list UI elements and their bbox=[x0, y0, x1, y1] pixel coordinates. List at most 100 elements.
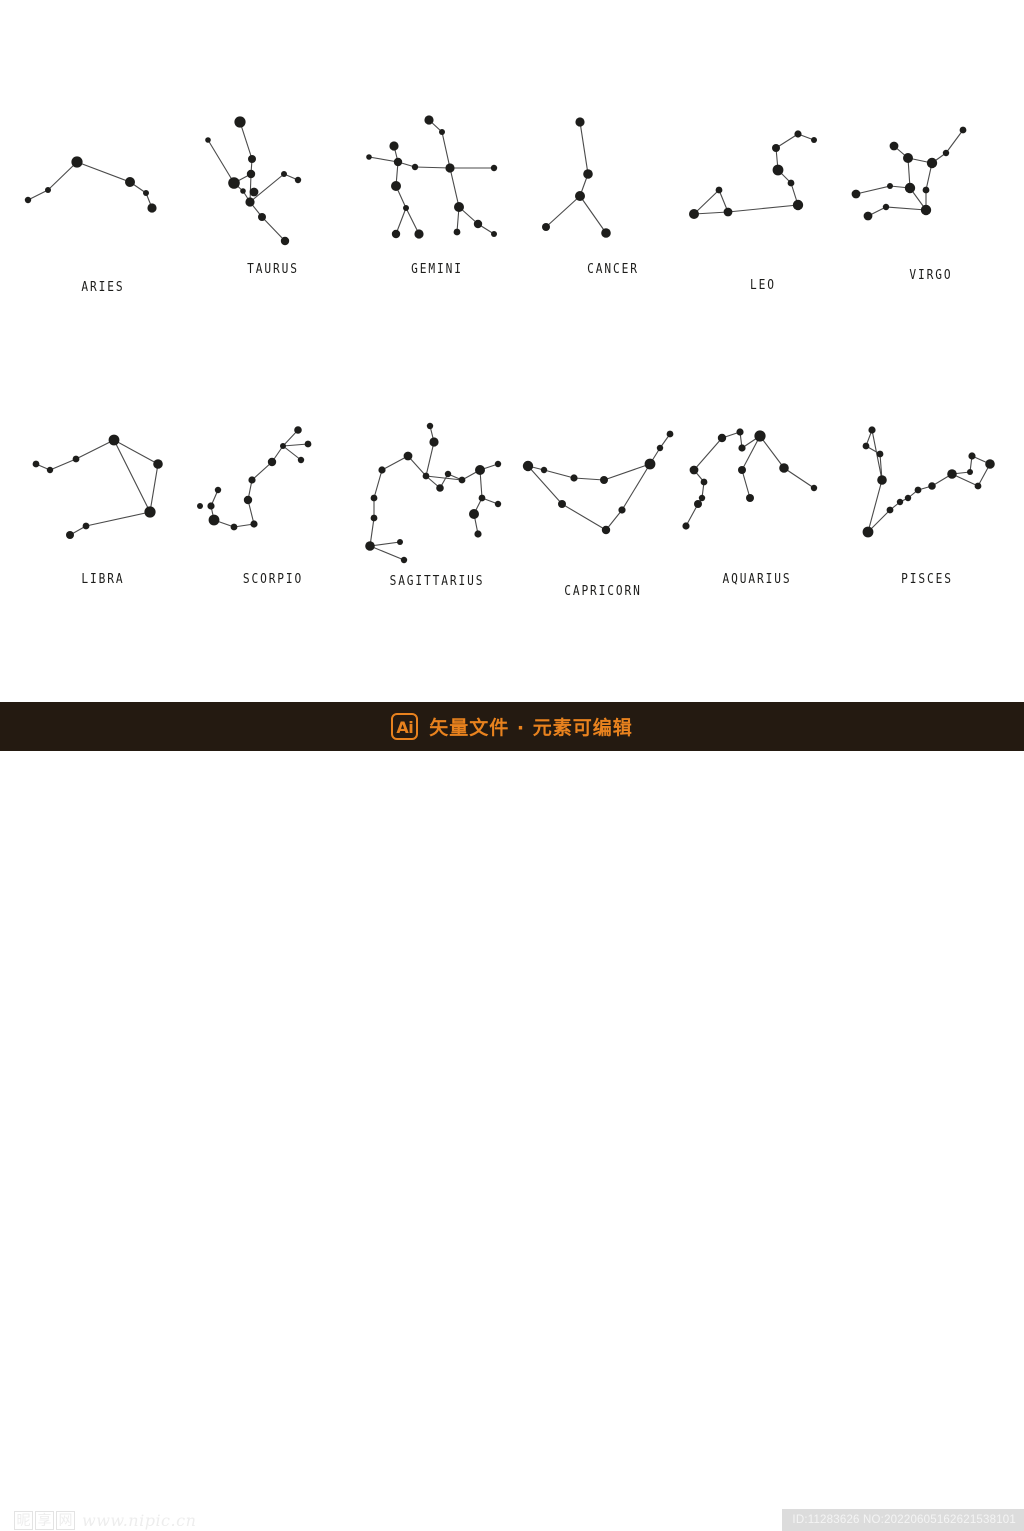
constellation-grid: ARIES TAURUS GEMINI CANCER LEO VIRGO LIBRA SCOR… bbox=[0, 0, 1024, 700]
banner-content: Ai 矢量文件 · 元素可编辑 bbox=[391, 713, 632, 740]
star bbox=[754, 430, 766, 442]
star bbox=[644, 458, 656, 470]
star bbox=[540, 466, 548, 474]
star bbox=[868, 426, 876, 434]
star bbox=[469, 509, 479, 519]
constellation-cancer-figure bbox=[528, 112, 698, 262]
star-link bbox=[945, 129, 964, 154]
constellation-gemini-label: GEMINI bbox=[411, 262, 463, 277]
star bbox=[72, 455, 80, 463]
star bbox=[656, 444, 664, 452]
image-id-badge: ID:11283626 NO:20220605162621538101 bbox=[782, 1509, 1024, 1531]
constellation-gemini: GEMINI bbox=[352, 112, 522, 277]
star-link bbox=[621, 463, 651, 511]
star bbox=[575, 191, 585, 201]
star bbox=[214, 486, 222, 494]
star bbox=[618, 506, 626, 514]
star bbox=[876, 450, 884, 458]
star bbox=[736, 428, 744, 436]
star-link bbox=[727, 204, 799, 213]
star bbox=[426, 422, 434, 430]
star bbox=[904, 182, 916, 194]
constellation-scorpio-figure bbox=[188, 422, 358, 572]
nipic-watermark-logo: 昵享网 www.nipic.cn bbox=[14, 1511, 196, 1530]
star bbox=[294, 426, 302, 434]
star-link bbox=[282, 443, 309, 447]
star bbox=[494, 460, 502, 468]
star bbox=[248, 155, 256, 163]
star bbox=[700, 478, 708, 486]
star bbox=[738, 466, 746, 474]
star bbox=[490, 164, 498, 172]
star bbox=[32, 460, 40, 468]
star bbox=[903, 153, 913, 163]
star bbox=[125, 177, 135, 187]
star-link bbox=[759, 435, 785, 469]
star bbox=[445, 163, 455, 173]
star bbox=[738, 444, 746, 452]
star bbox=[689, 465, 699, 475]
star bbox=[391, 181, 401, 191]
star bbox=[429, 437, 439, 447]
star bbox=[926, 157, 938, 169]
constellation-scorpio: SCORPIO bbox=[188, 422, 358, 587]
star bbox=[230, 523, 238, 531]
star bbox=[959, 126, 967, 134]
star-link bbox=[381, 455, 409, 471]
star-map-scorpio bbox=[197, 426, 312, 531]
star-link bbox=[545, 195, 581, 228]
star bbox=[108, 434, 120, 446]
star bbox=[491, 231, 497, 237]
star bbox=[787, 179, 795, 187]
star-map-leo bbox=[689, 130, 817, 219]
star bbox=[558, 500, 566, 508]
star bbox=[240, 188, 246, 194]
star bbox=[453, 228, 461, 236]
star-map-pisces bbox=[862, 426, 995, 538]
star bbox=[281, 171, 287, 177]
star bbox=[249, 187, 259, 197]
star bbox=[475, 465, 485, 475]
star-link bbox=[561, 503, 607, 531]
star bbox=[601, 228, 611, 238]
star-link bbox=[414, 166, 451, 169]
constellation-pisces: PISCES bbox=[842, 422, 1012, 587]
constellation-virgo-label: VIRGO bbox=[909, 268, 953, 283]
constellation-capricorn-label: CAPRICORN bbox=[564, 584, 642, 599]
star bbox=[889, 141, 899, 151]
star bbox=[414, 229, 424, 239]
star bbox=[365, 541, 375, 551]
star bbox=[985, 459, 995, 469]
star bbox=[575, 117, 585, 127]
star bbox=[280, 443, 286, 449]
star bbox=[810, 484, 818, 492]
constellation-sagittarius: SAGITTARIUS bbox=[352, 422, 522, 589]
star bbox=[144, 506, 156, 518]
star-link bbox=[76, 161, 131, 183]
star-link bbox=[207, 139, 235, 184]
star bbox=[400, 556, 408, 564]
star-map-virgo bbox=[851, 126, 967, 221]
star bbox=[411, 163, 419, 171]
star bbox=[143, 190, 149, 196]
star bbox=[208, 514, 220, 526]
star-link bbox=[49, 458, 77, 471]
watermark-logo-char: 享 bbox=[35, 1511, 54, 1530]
watermark-strip: 昵享网 www.nipic.cn ID:11283626 NO:20220605… bbox=[0, 751, 1024, 1531]
star bbox=[851, 189, 861, 199]
star-link bbox=[75, 439, 115, 460]
star bbox=[694, 500, 702, 508]
watermark-logo-characters: 昵享网 bbox=[14, 1511, 75, 1530]
star-link bbox=[85, 511, 151, 527]
star-link bbox=[543, 469, 575, 479]
star bbox=[370, 514, 378, 522]
star bbox=[46, 466, 54, 474]
constellation-aquarius-figure bbox=[672, 422, 842, 572]
star bbox=[458, 476, 466, 484]
star bbox=[974, 482, 982, 490]
watermark-logo-char: 网 bbox=[56, 1511, 75, 1530]
star bbox=[887, 183, 893, 189]
vector-file-banner: Ai 矢量文件 · 元素可编辑 bbox=[0, 702, 1024, 751]
star bbox=[698, 494, 706, 502]
constellation-virgo: VIRGO bbox=[846, 118, 1016, 283]
